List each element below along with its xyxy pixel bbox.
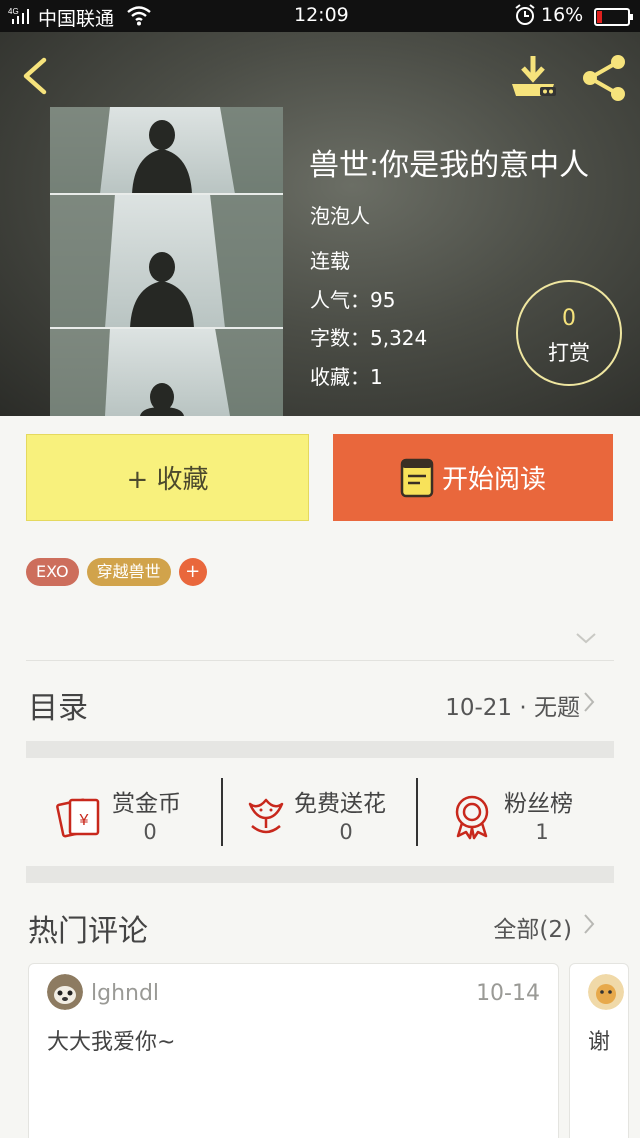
book-header: 兽世:你是我的意中人 泡泡人 连载 人气：95 字数：5,324 收藏：1 0 … (0, 32, 640, 416)
battery-icon (594, 8, 633, 26)
book-cover[interactable] (50, 107, 283, 416)
section-separator (26, 741, 614, 758)
svg-text:4G: 4G (8, 7, 19, 16)
collect-label: + 收藏 (126, 465, 209, 495)
book-word-count: 字数：5,324 (310, 326, 428, 350)
avatar[interactable] (588, 974, 624, 1010)
download-icon (512, 56, 556, 96)
chevron-right-icon (584, 692, 595, 712)
stat-value: 0 (339, 820, 353, 844)
share-button[interactable] (580, 54, 630, 102)
start-reading-button[interactable]: 开始阅读 (333, 434, 613, 521)
comment-text: 大大我爱你~ (47, 1030, 176, 1055)
divider (26, 660, 614, 661)
status-bar: 4G 中国联通 12:09 16% (0, 0, 640, 32)
book-title: 兽世:你是我的意中人 (309, 148, 590, 183)
stat-label: 免费送花 (294, 791, 386, 817)
divider (416, 778, 418, 846)
comment-card[interactable]: lghndl 10-14 大大我爱你~ (28, 963, 559, 1138)
stat-label: 粉丝榜 (504, 791, 573, 817)
stat-value: 0 (143, 820, 157, 844)
tag-list: EXO 穿越兽世 + (26, 558, 207, 586)
latest-chapter[interactable]: 10-21 · 无题 (445, 688, 580, 722)
book-popularity: 人气：95 (310, 288, 396, 312)
battery-percent: 16% (541, 4, 584, 26)
svg-text:¥: ¥ (79, 812, 89, 829)
reward-button[interactable]: 0 打赏 (516, 280, 622, 386)
signal-icon: 4G (8, 6, 36, 31)
share-icon (583, 55, 625, 101)
free-flower[interactable]: 免费送花 0 (242, 778, 412, 848)
stat-value: 1 (535, 820, 549, 844)
red-envelope-icon: ¥ (56, 798, 100, 838)
tag-exo[interactable]: EXO (26, 558, 79, 586)
carrier-name: 中国联通 (38, 8, 115, 30)
back-button[interactable] (16, 54, 60, 98)
reward-count: 0 (562, 306, 576, 331)
book-author[interactable]: 泡泡人 (310, 200, 370, 229)
stat-label: 赏金币 (112, 791, 181, 817)
cover-image (50, 107, 283, 416)
book-favorites: 收藏：1 (310, 365, 383, 389)
expand-chevron-icon[interactable] (574, 630, 598, 646)
chevron-left-icon (23, 57, 47, 95)
tag-transmigration[interactable]: 穿越兽世 (86, 558, 171, 586)
download-button[interactable] (508, 54, 558, 102)
comment-username[interactable]: lghndl (91, 981, 159, 1006)
divider (221, 778, 223, 846)
gold-coin-reward[interactable]: ¥ 赏金币 0 (56, 778, 206, 848)
start-reading-label: 开始阅读 (441, 465, 546, 495)
section-separator (26, 866, 614, 883)
flower-icon (248, 798, 284, 834)
avatar[interactable] (47, 974, 83, 1010)
comment-text: 谢 (588, 1030, 611, 1055)
comment-card[interactable]: 谢 (569, 963, 629, 1138)
chevron-right-icon (584, 914, 595, 934)
collect-button[interactable]: + 收藏 (26, 434, 309, 521)
book-icon (400, 458, 434, 497)
comment-date: 10-14 (476, 981, 540, 1006)
medal-icon (455, 795, 489, 840)
wifi-icon (126, 3, 152, 32)
fan-ranking[interactable]: 粉丝榜 1 (448, 778, 598, 848)
hot-comments-title: 热门评论 (28, 914, 148, 949)
book-status: 连载 (310, 249, 350, 273)
all-comments-link[interactable]: 全部(2) (493, 910, 572, 944)
reward-label: 打赏 (548, 341, 590, 365)
clock: 12:09 (294, 4, 349, 26)
alarm-icon (514, 3, 536, 32)
add-tag-button[interactable]: + (178, 558, 207, 586)
directory-title[interactable]: 目录 (28, 683, 88, 727)
